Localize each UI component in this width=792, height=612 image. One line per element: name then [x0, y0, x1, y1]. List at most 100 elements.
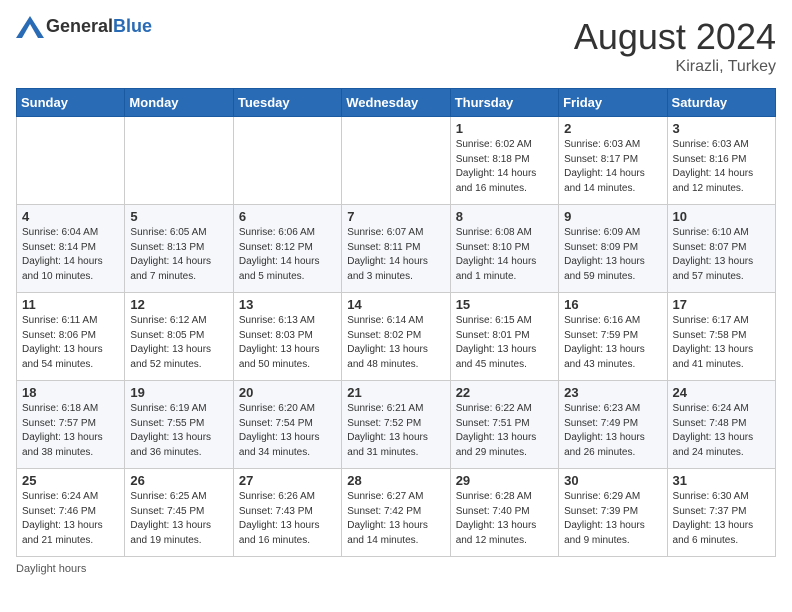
day-number: 29 — [456, 473, 553, 488]
day-info: Sunrise: 6:03 AM Sunset: 8:17 PM Dayligh… — [564, 138, 661, 196]
day-info: Sunrise: 6:27 AM Sunset: 7:42 PM Dayligh… — [347, 490, 444, 548]
day-number: 9 — [564, 209, 661, 224]
day-info: Sunrise: 6:15 AM Sunset: 8:01 PM Dayligh… — [456, 314, 553, 372]
calendar-cell: 26 Sunrise: 6:25 AM Sunset: 7:45 PM Dayli… — [125, 469, 233, 557]
month-year: August 2024 — [574, 16, 776, 58]
col-header-sunday: Sunday — [17, 89, 125, 117]
day-number: 22 — [456, 385, 553, 400]
day-number: 16 — [564, 297, 661, 312]
day-info: Sunrise: 6:13 AM Sunset: 8:03 PM Dayligh… — [239, 314, 336, 372]
calendar-cell: 25Sunrise: 6:24 AM Sunset: 7:46 PM Dayli… — [17, 469, 125, 557]
col-header-tuesday: Tuesday — [233, 89, 341, 117]
day-info: Sunrise: 6:03 AM Sunset: 8:16 PM Dayligh… — [673, 138, 770, 196]
calendar-cell: 14Sunrise: 6:14 AM Sunset: 8:02 PM Dayli… — [342, 293, 450, 381]
day-info: Sunrise: 6:25 AM Sunset: 7:45 PM Dayligh… — [130, 490, 227, 548]
logo-general: General — [46, 16, 113, 36]
day-number: 21 — [347, 385, 444, 400]
day-number: 31 — [673, 473, 770, 488]
calendar-cell: 24 Sunrise: 6:24 AM Sunset: 7:48 PM Dayli… — [667, 381, 775, 469]
calendar-cell: 19Sunrise: 6:19 AM Sunset: 7:55 PM Dayli… — [125, 381, 233, 469]
day-info: Sunrise: 6:30 AM Sunset: 7:37 PM Dayligh… — [673, 490, 770, 548]
day-number: 30 — [564, 473, 661, 488]
col-header-friday: Friday — [559, 89, 667, 117]
day-number: 28 — [347, 473, 444, 488]
calendar-cell — [125, 117, 233, 205]
title-area: August 2024 Kirazli, Turkey — [574, 16, 776, 76]
day-info: Sunrise: 6:21 AM Sunset: 7:52 PM Dayligh… — [347, 402, 444, 460]
day-number: 24 — [673, 385, 770, 400]
day-info: Sunrise: 6:24 AM Sunset: 7:48 PM Dayligh… — [673, 402, 770, 460]
day-number: 26 — [130, 473, 227, 488]
day-info: Sunrise: 6:12 AM Sunset: 8:05 PM Dayligh… — [130, 314, 227, 372]
day-number: 13 — [239, 297, 336, 312]
day-number: 18 — [22, 385, 119, 400]
calendar-cell: 7 Sunrise: 6:07 AM Sunset: 8:11 PM Daylig… — [342, 205, 450, 293]
day-number: 7 — [347, 209, 444, 224]
day-number: 1 — [456, 121, 553, 136]
calendar-cell: 31 Sunrise: 6:30 AM Sunset: 7:37 PM Dayli… — [667, 469, 775, 557]
day-info: Sunrise: 6:05 AM Sunset: 8:13 PM Dayligh… — [130, 226, 227, 284]
calendar-cell: 2 Sunrise: 6:03 AM Sunset: 8:17 PM Daylig… — [559, 117, 667, 205]
header: GeneralBlue August 2024 Kirazli, Turkey — [16, 16, 776, 76]
calendar-week-3: 11Sunrise: 6:11 AM Sunset: 8:06 PM Dayli… — [17, 293, 776, 381]
calendar-cell — [17, 117, 125, 205]
col-header-saturday: Saturday — [667, 89, 775, 117]
calendar-cell: 18Sunrise: 6:18 AM Sunset: 7:57 PM Dayli… — [17, 381, 125, 469]
col-header-monday: Monday — [125, 89, 233, 117]
calendar-cell: 23 Sunrise: 6:23 AM Sunset: 7:49 PM Dayli… — [559, 381, 667, 469]
calendar-week-5: 25Sunrise: 6:24 AM Sunset: 7:46 PM Dayli… — [17, 469, 776, 557]
day-info: Sunrise: 6:28 AM Sunset: 7:40 PM Dayligh… — [456, 490, 553, 548]
calendar-cell: 15Sunrise: 6:15 AM Sunset: 8:01 PM Dayli… — [450, 293, 558, 381]
calendar-cell: 12 Sunrise: 6:12 AM Sunset: 8:05 PM Dayli… — [125, 293, 233, 381]
day-number: 8 — [456, 209, 553, 224]
day-info: Sunrise: 6:22 AM Sunset: 7:51 PM Dayligh… — [456, 402, 553, 460]
day-info: Sunrise: 6:19 AM Sunset: 7:55 PM Dayligh… — [130, 402, 227, 460]
day-number: 20 — [239, 385, 336, 400]
day-number: 5 — [130, 209, 227, 224]
day-info: Sunrise: 6:06 AM Sunset: 8:12 PM Dayligh… — [239, 226, 336, 284]
day-info: Sunrise: 6:10 AM Sunset: 8:07 PM Dayligh… — [673, 226, 770, 284]
logo: GeneralBlue — [16, 16, 152, 38]
calendar-cell: 8Sunrise: 6:08 AM Sunset: 8:10 PM Daylig… — [450, 205, 558, 293]
calendar-cell: 9 Sunrise: 6:09 AM Sunset: 8:09 PM Daylig… — [559, 205, 667, 293]
day-info: Sunrise: 6:23 AM Sunset: 7:49 PM Dayligh… — [564, 402, 661, 460]
day-info: Sunrise: 6:02 AM Sunset: 8:18 PM Dayligh… — [456, 138, 553, 196]
day-info: Sunrise: 6:20 AM Sunset: 7:54 PM Dayligh… — [239, 402, 336, 460]
calendar-header-row: SundayMondayTuesdayWednesdayThursdayFrid… — [17, 89, 776, 117]
location: Kirazli, Turkey — [574, 58, 776, 76]
calendar-cell: 4 Sunrise: 6:04 AM Sunset: 8:14 PM Daylig… — [17, 205, 125, 293]
calendar-cell: 29 Sunrise: 6:28 AM Sunset: 7:40 PM Dayli… — [450, 469, 558, 557]
calendar-week-2: 4 Sunrise: 6:04 AM Sunset: 8:14 PM Daylig… — [17, 205, 776, 293]
calendar-cell: 6 Sunrise: 6:06 AM Sunset: 8:12 PM Daylig… — [233, 205, 341, 293]
calendar-cell: 5 Sunrise: 6:05 AM Sunset: 8:13 PM Daylig… — [125, 205, 233, 293]
calendar-cell: 11Sunrise: 6:11 AM Sunset: 8:06 PM Dayli… — [17, 293, 125, 381]
day-info: Sunrise: 6:16 AM Sunset: 7:59 PM Dayligh… — [564, 314, 661, 372]
day-number: 17 — [673, 297, 770, 312]
footer-note: Daylight hours — [16, 563, 776, 575]
calendar-cell: 27Sunrise: 6:26 AM Sunset: 7:43 PM Dayli… — [233, 469, 341, 557]
calendar-cell: 30 Sunrise: 6:29 AM Sunset: 7:39 PM Dayli… — [559, 469, 667, 557]
calendar-cell — [342, 117, 450, 205]
day-number: 11 — [22, 297, 119, 312]
day-info: Sunrise: 6:04 AM Sunset: 8:14 PM Dayligh… — [22, 226, 119, 284]
calendar-cell: 17 Sunrise: 6:17 AM Sunset: 7:58 PM Dayli… — [667, 293, 775, 381]
calendar-cell: 10Sunrise: 6:10 AM Sunset: 8:07 PM Dayli… — [667, 205, 775, 293]
day-info: Sunrise: 6:29 AM Sunset: 7:39 PM Dayligh… — [564, 490, 661, 548]
day-number: 3 — [673, 121, 770, 136]
day-number: 23 — [564, 385, 661, 400]
day-info: Sunrise: 6:17 AM Sunset: 7:58 PM Dayligh… — [673, 314, 770, 372]
calendar-cell: 21 Sunrise: 6:21 AM Sunset: 7:52 PM Dayli… — [342, 381, 450, 469]
day-number: 6 — [239, 209, 336, 224]
calendar-cell: 22 Sunrise: 6:22 AM Sunset: 7:51 PM Dayli… — [450, 381, 558, 469]
day-info: Sunrise: 6:07 AM Sunset: 8:11 PM Dayligh… — [347, 226, 444, 284]
day-info: Sunrise: 6:09 AM Sunset: 8:09 PM Dayligh… — [564, 226, 661, 284]
day-number: 4 — [22, 209, 119, 224]
day-info: Sunrise: 6:26 AM Sunset: 7:43 PM Dayligh… — [239, 490, 336, 548]
col-header-thursday: Thursday — [450, 89, 558, 117]
day-number: 2 — [564, 121, 661, 136]
calendar-cell — [233, 117, 341, 205]
day-number: 25 — [22, 473, 119, 488]
day-number: 12 — [130, 297, 227, 312]
calendar-cell: 28 Sunrise: 6:27 AM Sunset: 7:42 PM Dayli… — [342, 469, 450, 557]
calendar-week-1: 1 Sunrise: 6:02 AM Sunset: 8:18 PM Daylig… — [17, 117, 776, 205]
